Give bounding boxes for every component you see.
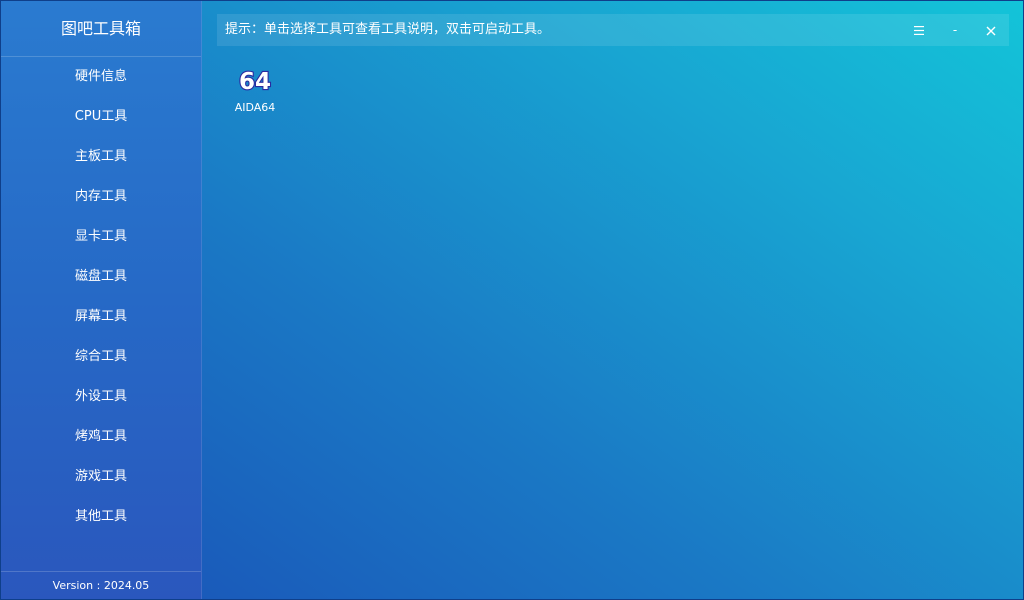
app-title: 图吧工具箱 [1,1,201,57]
sidebar-item-screen-tools[interactable]: 屏幕工具 [1,297,201,337]
sidebar-item-stress-test-tools[interactable]: 烤鸡工具 [1,417,201,457]
aida64-icon: 64 [238,68,272,96]
hamburger-menu-icon [914,26,924,35]
sidebar-item-hardware-info[interactable]: 硬件信息 [1,57,201,97]
tool-label: AIDA64 [234,101,276,114]
sidebar-item-general-tools[interactable]: 综合工具 [1,337,201,377]
tool-aida64[interactable]: 64 AIDA64 [227,63,283,114]
aida64-icon-text: 64 [239,69,271,95]
sidebar-item-other-tools[interactable]: 其他工具 [1,497,201,537]
sidebar-item-peripheral-tools[interactable]: 外设工具 [1,377,201,417]
sidebar-nav: 硬件信息 CPU工具 主板工具 内存工具 显卡工具 磁盘工具 屏幕工具 综合工具… [1,57,201,537]
sidebar-item-motherboard-tools[interactable]: 主板工具 [1,137,201,177]
window-controls: - [901,14,1009,46]
app-window: 图吧工具箱 硬件信息 CPU工具 主板工具 内存工具 显卡工具 磁盘工具 屏幕工… [0,0,1024,600]
close-icon [986,26,996,35]
sidebar-item-game-tools[interactable]: 游戏工具 [1,457,201,497]
close-button[interactable] [973,14,1009,46]
sidebar-item-cpu-tools[interactable]: CPU工具 [1,97,201,137]
menu-button[interactable] [901,14,937,46]
sidebar-item-gpu-tools[interactable]: 显卡工具 [1,217,201,257]
sidebar: 图吧工具箱 硬件信息 CPU工具 主板工具 内存工具 显卡工具 磁盘工具 屏幕工… [1,1,202,599]
sidebar-item-disk-tools[interactable]: 磁盘工具 [1,257,201,297]
hint-bar: 提示：单击选择工具可查看工具说明，双击可启动工具。 - [217,14,1009,46]
version-label: Version : 2024.05 [1,571,201,599]
sidebar-item-memory-tools[interactable]: 内存工具 [1,177,201,217]
hint-text: 提示：单击选择工具可查看工具说明，双击可启动工具。 [225,22,551,37]
minimize-button[interactable]: - [937,14,973,46]
